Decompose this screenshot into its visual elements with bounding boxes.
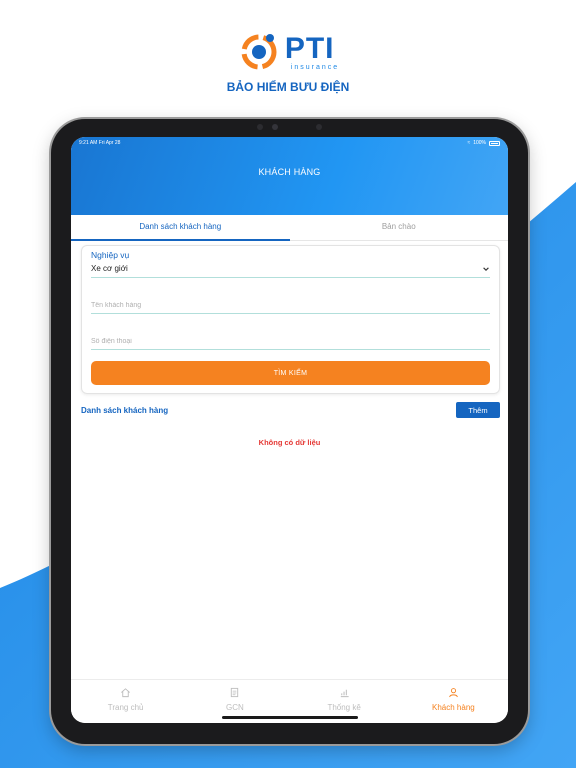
business-select-value: Xe cơ giới [91,264,128,273]
tab-bar: Danh sách khách hàng Bản chào [71,215,508,241]
business-select[interactable]: Xe cơ giới [91,260,490,278]
document-icon [231,687,239,698]
search-form-card: Nghiệp vụ Xe cơ giới TÌM KIẾM [81,245,500,394]
home-indicator[interactable] [221,716,358,719]
app-screen: 9:21 AM Fri Apr 28 ≈ 100% KHÁCH HÀNG Dan… [71,137,508,723]
customer-name-input[interactable] [91,302,490,309]
app-header: 9:21 AM Fri Apr 28 ≈ 100% KHÁCH HÀNG [71,137,508,215]
status-bar: 9:21 AM Fri Apr 28 ≈ 100% [79,140,500,146]
nav-item-label: Khách hàng [432,703,475,712]
brand-tagline: insurance [290,63,340,71]
nav-item-home[interactable]: Trang chủ [71,680,180,723]
business-label: Nghiệp vụ [91,250,130,260]
tab-customer-list[interactable]: Danh sách khách hàng [71,215,290,241]
home-icon [121,688,131,698]
wifi-icon: ≈ [467,140,471,146]
list-title: Danh sách khách hàng [81,405,169,415]
brand-subtitle: BẢO HIỂM BƯU ĐIỆN [226,80,350,94]
user-icon [449,688,458,698]
battery-icon [489,140,500,146]
status-date: Fri Apr 28 [98,140,121,146]
search-button[interactable]: TÌM KIẾM [91,361,490,385]
nav-item-label: GCN [225,703,244,712]
nav-item-customers[interactable]: Khách hàng [399,680,508,723]
tab-quotation[interactable]: Bản chào [290,215,509,240]
sensor-dot [316,124,322,130]
brand-name: PTI [284,31,335,65]
brand-logo: PTI insurance BẢO HIỂM BƯU ĐIỆN [0,30,576,94]
list-header: Danh sách khách hàng Thêm [81,402,500,418]
status-time: 9:21 AM [79,140,98,146]
camera-dot [257,124,263,130]
battery-percent: 100% [473,140,486,146]
nav-item-label: Thống kê [327,703,361,712]
empty-state-message: Không có dữ liệu [258,438,321,447]
chart-icon [340,689,349,698]
phone-input[interactable] [91,338,490,345]
add-customer-button[interactable]: Thêm [456,402,500,418]
tablet-frame: 9:21 AM Fri Apr 28 ≈ 100% KHÁCH HÀNG Dan… [51,119,528,744]
pti-logo-mark-icon [241,34,277,70]
page-title: KHÁCH HÀNG [258,167,321,177]
chevron-down-icon [483,266,489,271]
nav-item-label: Trang chủ [107,703,144,712]
camera-lens [272,124,278,130]
